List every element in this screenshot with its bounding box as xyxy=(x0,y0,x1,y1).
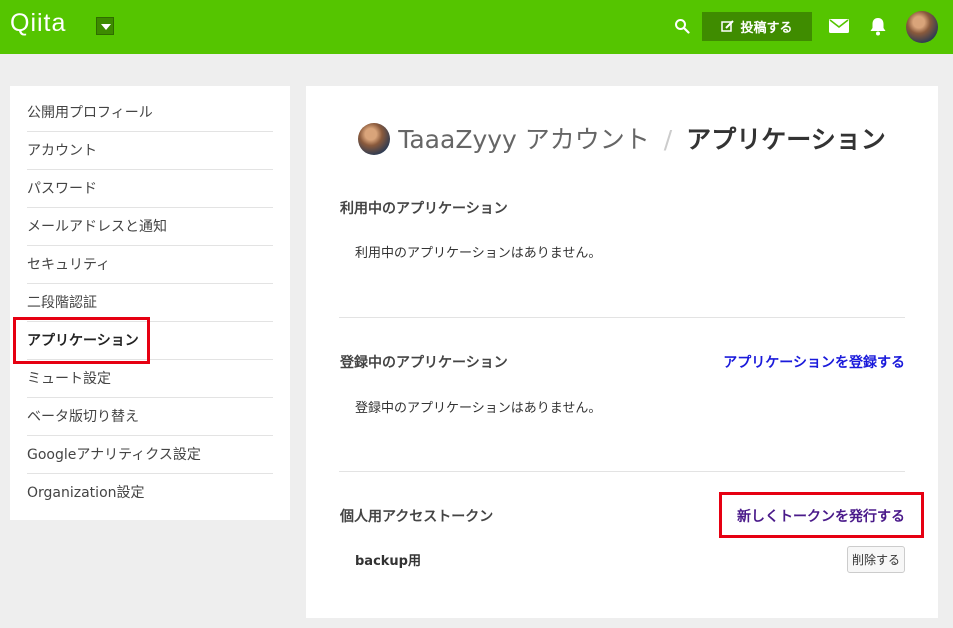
top-navbar: Qiita 投稿する xyxy=(0,0,953,54)
title-current-page: アプリケーション xyxy=(686,125,886,154)
title-user[interactable]: TaaaZyyy アカウント xyxy=(398,125,650,154)
post-button[interactable]: 投稿する xyxy=(702,12,812,41)
sidebar-item-public-profile[interactable]: 公開用プロフィール xyxy=(27,94,273,132)
edit-icon xyxy=(721,20,735,32)
divider xyxy=(339,317,905,318)
access-tokens-heading: 個人用アクセストークン xyxy=(340,509,494,525)
qiita-logo[interactable]: Qiita xyxy=(10,9,66,38)
title-separator: / xyxy=(663,125,673,154)
title-avatar xyxy=(358,123,391,155)
delete-token-button[interactable]: 削除する xyxy=(847,546,905,573)
registered-apps-heading: 登録中のアプリケーション xyxy=(340,355,508,371)
sidebar-item-email-notifications[interactable]: メールアドレスと通知 xyxy=(27,208,273,246)
token-name: backup用 xyxy=(355,554,421,569)
in-use-apps-heading: 利用中のアプリケーション xyxy=(340,201,508,217)
sidebar-item-account[interactable]: アカウント xyxy=(27,132,273,170)
page-title: TaaaZyyy アカウント / アプリケーション xyxy=(306,120,938,156)
highlight-box-sidebar xyxy=(13,317,150,364)
search-icon[interactable] xyxy=(674,18,690,34)
divider xyxy=(339,471,905,472)
sidebar-item-security[interactable]: セキュリティ xyxy=(27,246,273,284)
post-button-label: 投稿する xyxy=(740,21,793,36)
main-panel: TaaaZyyy アカウント / アプリケーション 利用中のアプリケーション 利用中… xyxy=(306,86,938,618)
highlight-box-token-link xyxy=(719,492,924,538)
sidebar-item-password[interactable]: パスワード xyxy=(27,170,273,208)
user-avatar[interactable] xyxy=(906,11,938,43)
sidebar-item-google-analytics[interactable]: Googleアナリティクス設定 xyxy=(27,436,273,474)
mail-icon[interactable] xyxy=(829,18,849,34)
sidebar-item-beta[interactable]: ベータ版切り替え xyxy=(27,398,273,436)
register-app-link[interactable]: アプリケーションを登録する xyxy=(723,352,905,372)
sidebar-item-mute[interactable]: ミュート設定 xyxy=(27,360,273,398)
in-use-apps-empty: 利用中のアプリケーションはありません。 xyxy=(355,246,602,261)
registered-apps-empty: 登録中のアプリケーションはありません。 xyxy=(355,401,602,416)
logo-menu-dropdown[interactable] xyxy=(96,17,114,35)
notification-bell-icon[interactable] xyxy=(868,16,888,36)
sidebar-item-organization[interactable]: Organization設定 xyxy=(27,474,273,512)
settings-sidebar: 公開用プロフィール アカウント パスワード メールアドレスと通知 セキュリティ … xyxy=(10,86,290,520)
